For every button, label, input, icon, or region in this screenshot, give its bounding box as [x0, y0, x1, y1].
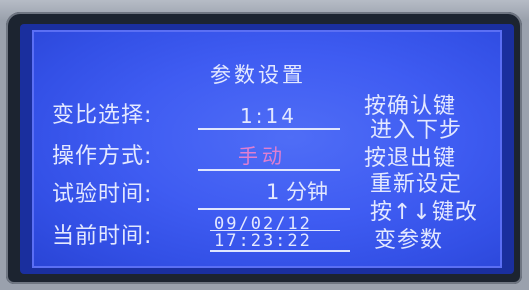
instruction-line-2: 进入下步 [370, 118, 463, 143]
operation-mode-value[interactable]: 手动 [238, 146, 286, 166]
instruction-line-3: 按退出键 [364, 146, 457, 171]
instruction-line-4: 重新设定 [370, 172, 463, 197]
test-time-label: 试验时间: [52, 182, 153, 207]
operation-mode-label: 操作方式: [52, 144, 153, 169]
screen-title: 参数设置 [210, 63, 306, 87]
test-time-value[interactable]: 1 分钟 [266, 182, 328, 203]
test-time-underline [198, 208, 350, 210]
current-time-value: 17:23:22 [214, 231, 312, 251]
ratio-underline [198, 128, 340, 130]
lcd-screen: 参数设置 变比选择: 1:14 操作方式: 手动 试验时间: 1 分钟 当前时间… [32, 30, 502, 268]
ratio-select-value[interactable]: 1:14 [240, 106, 297, 126]
current-time-label: 当前时间: [52, 224, 153, 249]
ratio-select-label: 变比选择: [52, 103, 153, 128]
instruction-line-1: 按确认键 [364, 94, 457, 119]
instruction-line-5: 按↑↓键改 [370, 200, 478, 225]
instruction-line-6: 变参数 [374, 228, 444, 253]
mode-underline [198, 169, 340, 171]
current-time-underline [210, 250, 350, 252]
